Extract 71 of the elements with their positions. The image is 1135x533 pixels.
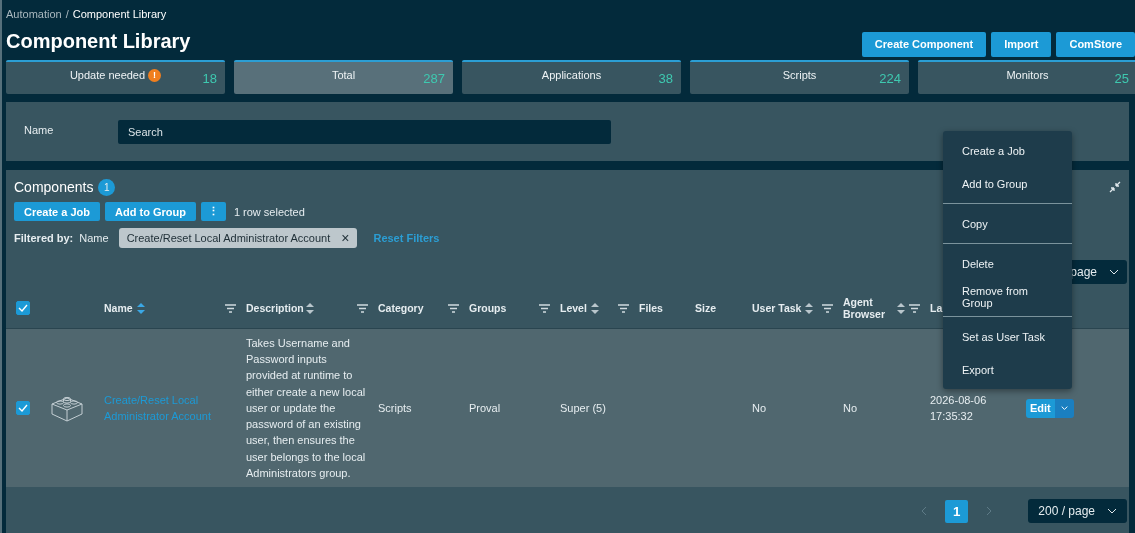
- menu-item[interactable]: Set as User Task: [943, 320, 1072, 353]
- column-header[interactable]: Agent Browser: [843, 296, 893, 320]
- chip-label: Create/Reset Local Administrator Account: [126, 232, 331, 244]
- collapse-icon[interactable]: [1109, 181, 1121, 193]
- filter-icon[interactable]: [448, 303, 459, 313]
- sort-icon[interactable]: [805, 302, 814, 314]
- table-cell: Proval: [469, 402, 501, 414]
- stat-label: Scripts: [782, 69, 817, 81]
- stat-label: Total: [331, 69, 356, 81]
- filter-icon[interactable]: [357, 303, 368, 313]
- column-header[interactable]: La: [930, 302, 943, 314]
- menu-item[interactable]: Copy: [943, 207, 1072, 240]
- stat-label: Applications: [541, 69, 602, 81]
- column-header[interactable]: User Task: [752, 302, 802, 314]
- table-cell: No: [843, 402, 858, 414]
- selection-count: 1 row selected: [233, 205, 305, 218]
- sort-icon[interactable]: [590, 302, 599, 314]
- chevron-icon: [1060, 405, 1068, 411]
- field-label: Name: [24, 123, 55, 136]
- stat-label: Update needed: [69, 69, 146, 81]
- alert-badge: !: [148, 68, 162, 82]
- page-title: Component Library: [6, 29, 191, 53]
- breadcrumb-separator: /: [65, 8, 69, 22]
- filter-icon[interactable]: [225, 303, 236, 313]
- table-cell: No: [752, 402, 767, 414]
- stat-count: 18: [202, 71, 217, 86]
- breadcrumb-current: Component Library: [72, 8, 167, 22]
- section-title: Components: [14, 179, 94, 195]
- brick-icon: [50, 394, 84, 422]
- checkbox[interactable]: [16, 301, 30, 315]
- description-text: Takes Username and Password inputs provided at runtime to either create a new local user or update the password of an existing user, then ensures the user belongs to the local Administrators group.: [246, 336, 367, 481]
- sort-icon[interactable]: [897, 302, 905, 314]
- table-cell: Scripts: [378, 402, 412, 414]
- column-header[interactable]: Description: [246, 302, 302, 314]
- filter-icon[interactable]: [909, 303, 920, 313]
- menu-item[interactable]: Create a Job: [943, 134, 1072, 167]
- column-header[interactable]: Size: [695, 302, 716, 314]
- filter-icon[interactable]: [822, 303, 833, 313]
- stat-card[interactable]: Total 287: [234, 60, 453, 94]
- sort-icon[interactable]: [306, 302, 314, 314]
- column-header[interactable]: Files: [639, 302, 663, 314]
- filter-icon[interactable]: [539, 303, 550, 313]
- table-cell-text: 2026-08-06 17:35:32: [930, 393, 988, 424]
- close-icon[interactable]: ×: [341, 232, 350, 244]
- column-header[interactable]: Category: [378, 302, 424, 314]
- stat-count: 224: [879, 71, 901, 86]
- count-badge: 1: [98, 178, 116, 196]
- stat-count: 287: [423, 71, 445, 86]
- page-size-select[interactable]: 200 / page: [1028, 499, 1127, 523]
- filter-icon[interactable]: [618, 303, 629, 313]
- stat-count: 25: [1114, 71, 1129, 86]
- stat-card[interactable]: Scripts 224: [690, 60, 909, 94]
- search-field[interactable]: Search: [118, 119, 611, 144]
- column-header[interactable]: Level: [560, 302, 587, 314]
- stat-card[interactable]: Applications 38: [462, 60, 681, 94]
- menu-item[interactable]: Export: [943, 353, 1072, 386]
- menu-item[interactable]: Add to Group: [943, 167, 1072, 200]
- column-header[interactable]: Name: [104, 302, 133, 314]
- chevron-icon: [1107, 508, 1117, 514]
- sort-icon[interactable]: [136, 302, 145, 314]
- stat-card[interactable]: Monitors 25: [918, 60, 1135, 94]
- breadcrumb-link[interactable]: Automation: [6, 8, 62, 22]
- filter-caption: Filtered by:: [14, 232, 74, 244]
- table-cell: Super (5): [560, 402, 606, 414]
- checkbox[interactable]: [16, 401, 30, 415]
- chevron-icon: [1109, 269, 1119, 275]
- stat-count: 38: [658, 71, 673, 86]
- stat-card[interactable]: Update needed ! 18: [6, 60, 225, 94]
- filter-field: Name: [79, 232, 109, 244]
- column-header[interactable]: Groups: [469, 302, 507, 314]
- stat-label: Monitors: [1006, 69, 1049, 81]
